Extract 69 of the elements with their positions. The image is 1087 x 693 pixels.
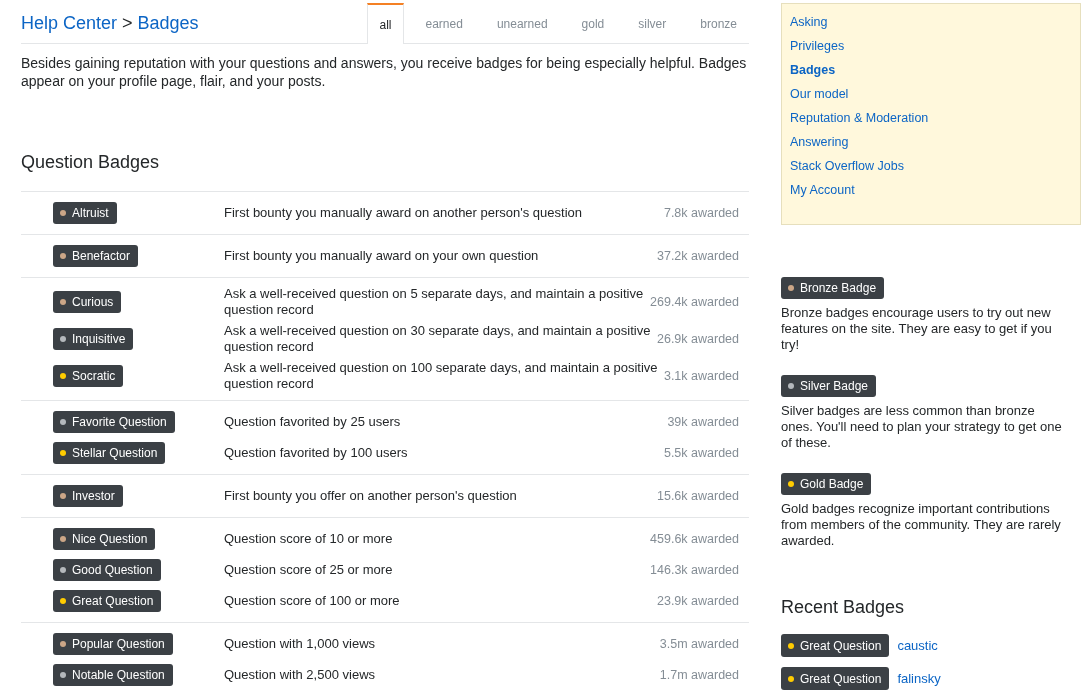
badge-link[interactable]: Good Question	[53, 559, 161, 581]
badge-link[interactable]: Stellar Question	[53, 442, 166, 464]
badge-link[interactable]: Popular Question	[53, 633, 173, 655]
awarded-count: 37.2k awarded	[657, 249, 739, 263]
section-heading: Question Badges	[21, 152, 161, 173]
badge-link[interactable]: Silver Badge	[781, 375, 877, 397]
badge-description: Question score of 10 or more	[224, 531, 394, 547]
awarded-count: 26.9k awarded	[657, 332, 739, 346]
filter-tab[interactable]: all	[367, 3, 404, 44]
help-nav-link[interactable]: Answering	[790, 133, 849, 151]
help-nav-link[interactable]: Badges	[790, 61, 836, 79]
user-link[interactable]: caustic	[897, 638, 938, 653]
badge-description: First bounty you manually award on another person's question	[224, 205, 584, 221]
badge-link[interactable]: Curious	[53, 291, 122, 313]
badge-description: Question score of 100 or more	[224, 593, 401, 609]
awarded-count: 3.1k awarded	[663, 369, 739, 383]
user-link[interactable]: falinsky	[897, 671, 941, 686]
awarded-count: 269.4k awarded	[650, 295, 739, 309]
awarded-count: 459.6k awarded	[650, 532, 739, 546]
help-nav-link[interactable]: Stack Overflow Jobs	[790, 157, 904, 175]
badge-description: Question score of 25 or more	[224, 562, 394, 578]
awarded-count: 1.7m awarded	[659, 668, 739, 682]
badge-link[interactable]: Investor	[53, 485, 123, 507]
badge-link[interactable]: Altruist	[53, 202, 117, 224]
badge-description: Question favorited by 25 users	[224, 414, 402, 430]
awarded-count: 23.9k awarded	[657, 594, 739, 608]
awarded-count: 7.8k awarded	[663, 206, 739, 220]
filter-tab[interactable]: gold	[569, 3, 617, 44]
breadcrumb-link[interactable]: Help Center	[21, 12, 118, 34]
badge-link[interactable]: Great Question	[781, 667, 890, 690]
badge-link[interactable]: Nice Question	[53, 528, 156, 550]
badge-link[interactable]: Notable Question	[53, 664, 173, 686]
breadcrumb-separator: >	[122, 12, 133, 34]
filter-tab[interactable]: unearned	[484, 3, 560, 44]
awarded-count: 3.5m awarded	[659, 637, 739, 651]
badge-description: Question favorited by 100 users	[224, 445, 409, 461]
badge-type-description: Silver badges are less common than bronze ones. You'll need to plan your strategy to get one of these.	[781, 403, 1063, 451]
badge-link[interactable]: Benefactor	[53, 245, 139, 267]
help-nav-link[interactable]: Reputation & Moderation	[790, 109, 929, 127]
intro-text: Besides gaining reputation with your questions and answers, you receive badges for being especially helpful. Badges appear on your profile page, flair, and your posts.	[21, 54, 748, 90]
filter-tab[interactable]: silver	[626, 3, 679, 44]
badge-description: Question with 1,000 views	[224, 636, 377, 652]
badge-link[interactable]: Gold Badge	[781, 473, 872, 495]
recent-badges-heading: Recent Badges	[781, 597, 906, 618]
badge-description: First bounty you manually award on your own question	[224, 248, 540, 264]
filter-tab[interactable]: bronze	[688, 3, 749, 44]
badge-type-description: Bronze badges encourage users to try out new features on the site. They are easy to get if you try!	[781, 305, 1053, 353]
awarded-count: 5.5k awarded	[663, 446, 739, 460]
breadcrumb-link[interactable]: Badges	[137, 12, 199, 34]
awarded-count: 15.6k awarded	[657, 489, 739, 503]
badge-description: First bounty you offer on another person's question	[224, 488, 518, 504]
badge-link[interactable]: Great Question	[781, 634, 890, 657]
badge-link[interactable]: Favorite Question	[53, 411, 175, 433]
help-nav-link[interactable]: Our model	[790, 85, 849, 103]
help-nav-link[interactable]: Asking	[790, 13, 828, 31]
help-nav-link[interactable]: My Account	[790, 181, 855, 199]
badge-description: Ask a well-received question on 5 separate days, and maintain a positive question record	[224, 286, 645, 318]
badge-link[interactable]: Inquisitive	[53, 328, 134, 350]
help-nav-link[interactable]: Privileges	[790, 37, 845, 55]
badge-link[interactable]: Great Question	[53, 590, 162, 612]
badge-type-description: Gold badges recognize important contributions from members of the community. They are rarely awarded.	[781, 501, 1062, 549]
badge-link[interactable]: Socratic	[53, 365, 124, 387]
awarded-count: 39k awarded	[667, 415, 739, 429]
badge-description: Question with 2,500 views	[224, 667, 377, 683]
badge-description: Ask a well-received question on 100 separate days, and maintain a positive question record	[224, 360, 658, 392]
badge-description: Ask a well-received question on 30 separate days, and maintain a positive question record	[224, 323, 651, 355]
awarded-count: 146.3k awarded	[650, 563, 739, 577]
filter-tab[interactable]: earned	[413, 3, 475, 44]
badge-link[interactable]: Bronze Badge	[781, 277, 885, 299]
